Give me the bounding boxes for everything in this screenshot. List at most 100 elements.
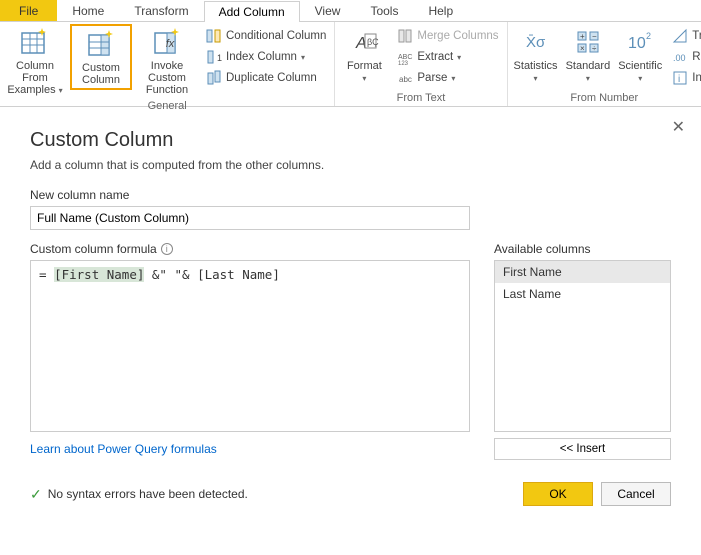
ribbon: Column From Examples ▾ Custom Column fx … — [0, 22, 701, 107]
trig-label: Trig — [692, 30, 701, 42]
chevron-down-icon: ▾ — [59, 86, 63, 95]
sigma-icon: X̄σ — [520, 26, 552, 58]
chevron-down-icon: ▾ — [457, 53, 461, 62]
merge-columns-button[interactable]: Merge Columns — [393, 26, 502, 46]
status-text: No syntax errors have been detected. — [48, 487, 248, 501]
duplicate-column-button[interactable]: Duplicate Column — [202, 68, 330, 88]
available-columns-list[interactable]: First Name Last Name — [494, 260, 671, 432]
learn-link[interactable]: Learn about Power Query formulas — [30, 442, 217, 456]
tab-add-column[interactable]: Add Column — [204, 1, 300, 22]
column-from-examples-button[interactable]: Column From Examples ▾ — [4, 24, 66, 99]
chevron-down-icon: ▾ — [451, 74, 455, 83]
formula-input[interactable]: = [First Name] &" "& [Last Name] — [30, 260, 470, 432]
function-icon: fx — [151, 26, 183, 58]
custom-column-dialog: ✕ Custom Column Add a column that is com… — [0, 107, 701, 526]
duplicate-column-label: Duplicate Column — [226, 72, 317, 84]
rounding-label: Rou — [692, 51, 701, 63]
tab-file[interactable]: File — [0, 0, 57, 21]
exponent-icon: 102 — [624, 26, 656, 58]
tab-transform[interactable]: Transform — [119, 0, 203, 21]
info-button[interactable]: i Info — [668, 68, 701, 88]
conditional-icon — [206, 28, 222, 44]
svg-text:123: 123 — [398, 61, 409, 65]
svg-text:fx: fx — [166, 38, 175, 50]
format-label: Format▾ — [347, 60, 382, 85]
insert-button[interactable]: << Insert — [494, 438, 671, 460]
dialog-title: Custom Column — [30, 129, 671, 152]
svg-text:×: × — [580, 44, 585, 53]
duplicate-icon — [206, 70, 222, 86]
extract-button[interactable]: ABC123 Extract ▾ — [393, 47, 502, 67]
svg-text:1: 1 — [217, 53, 222, 63]
rounding-button[interactable]: .00 Rou — [668, 47, 701, 67]
dialog-subtitle: Add a column that is computed from the o… — [30, 158, 671, 172]
chevron-down-icon: ▾ — [301, 53, 305, 62]
ok-button[interactable]: OK — [523, 482, 593, 506]
svg-text:÷: ÷ — [592, 44, 597, 53]
available-columns-label: Available columns — [494, 242, 671, 256]
parse-label: Parse — [417, 72, 447, 84]
index-icon: 1 — [206, 49, 222, 65]
trig-icon — [672, 28, 688, 44]
standard-label: Standard▾ — [566, 60, 611, 85]
svg-text:abc: abc — [399, 75, 412, 84]
conditional-column-label: Conditional Column — [226, 30, 326, 42]
close-button[interactable]: ✕ — [672, 117, 685, 137]
svg-text:10: 10 — [628, 35, 646, 52]
format-text-icon: AβÇ — [348, 26, 380, 58]
statistics-label: Statistics▾ — [514, 60, 558, 85]
svg-text:ABC: ABC — [398, 54, 412, 61]
new-column-name-input[interactable] — [30, 206, 470, 230]
list-item[interactable]: Last Name — [495, 283, 670, 305]
chevron-down-icon: ▾ — [362, 74, 366, 83]
extract-icon: ABC123 — [397, 49, 413, 65]
merge-columns-label: Merge Columns — [417, 30, 498, 42]
chevron-down-icon: ▾ — [534, 74, 538, 83]
svg-text:βÇ: βÇ — [367, 37, 379, 47]
tab-strip: File Home Transform Add Column View Tool… — [0, 0, 701, 22]
cancel-button[interactable]: Cancel — [601, 482, 671, 506]
parse-button[interactable]: abc Parse ▾ — [393, 68, 502, 88]
scientific-button[interactable]: 102 Scientific▾ — [616, 24, 664, 87]
chevron-down-icon: ▾ — [586, 74, 590, 83]
group-from-text: AβÇ Format▾ Merge Columns ABC123 Extract… — [335, 22, 507, 106]
tab-tools[interactable]: Tools — [355, 0, 413, 21]
index-column-label: Index Column — [226, 51, 297, 63]
svg-text:−: − — [592, 32, 597, 41]
merge-icon — [397, 28, 413, 44]
svg-text:.00: .00 — [673, 53, 686, 63]
extract-label: Extract — [417, 51, 453, 63]
svg-text:X̄σ: X̄σ — [526, 34, 546, 51]
column-from-examples-label: Column From Examples ▾ — [6, 60, 64, 97]
tab-help[interactable]: Help — [413, 0, 468, 21]
group-from-number: X̄σ Statistics▾ +−× ÷ Standard▾ 102 Scien… — [508, 22, 701, 106]
index-column-button[interactable]: 1 Index Column ▾ — [202, 47, 330, 67]
table-add-icon — [85, 28, 117, 60]
list-item[interactable]: First Name — [495, 261, 670, 283]
group-from-number-label: From Number — [512, 91, 697, 106]
info-tip-icon[interactable]: i — [161, 243, 173, 255]
tab-view[interactable]: View — [300, 0, 356, 21]
format-button[interactable]: AβÇ Format▾ — [339, 24, 389, 87]
new-column-name-label: New column name — [30, 188, 671, 202]
chevron-down-icon: ▾ — [638, 74, 642, 83]
scientific-label: Scientific▾ — [618, 60, 662, 85]
rounding-icon: .00 — [672, 49, 688, 65]
tab-home[interactable]: Home — [57, 0, 119, 21]
trig-button[interactable]: Trig — [668, 26, 701, 46]
group-from-text-label: From Text — [339, 91, 502, 106]
invoke-custom-function-button[interactable]: fx Invoke Custom Function — [136, 24, 198, 98]
svg-text:2: 2 — [646, 31, 651, 41]
conditional-column-button[interactable]: Conditional Column — [202, 26, 330, 46]
calculator-icon: +−× ÷ — [572, 26, 604, 58]
formula-label: Custom column formula i — [30, 242, 470, 256]
custom-column-button[interactable]: Custom Column — [70, 24, 132, 90]
svg-text:+: + — [580, 32, 585, 41]
table-sparkle-icon — [19, 26, 51, 58]
info-icon: i — [672, 70, 688, 86]
statistics-button[interactable]: X̄σ Statistics▾ — [512, 24, 560, 87]
status-message: ✓ No syntax errors have been detected. — [30, 486, 248, 503]
standard-button[interactable]: +−× ÷ Standard▾ — [564, 24, 613, 87]
custom-column-label: Custom Column — [74, 62, 128, 86]
check-icon: ✓ — [30, 486, 42, 503]
